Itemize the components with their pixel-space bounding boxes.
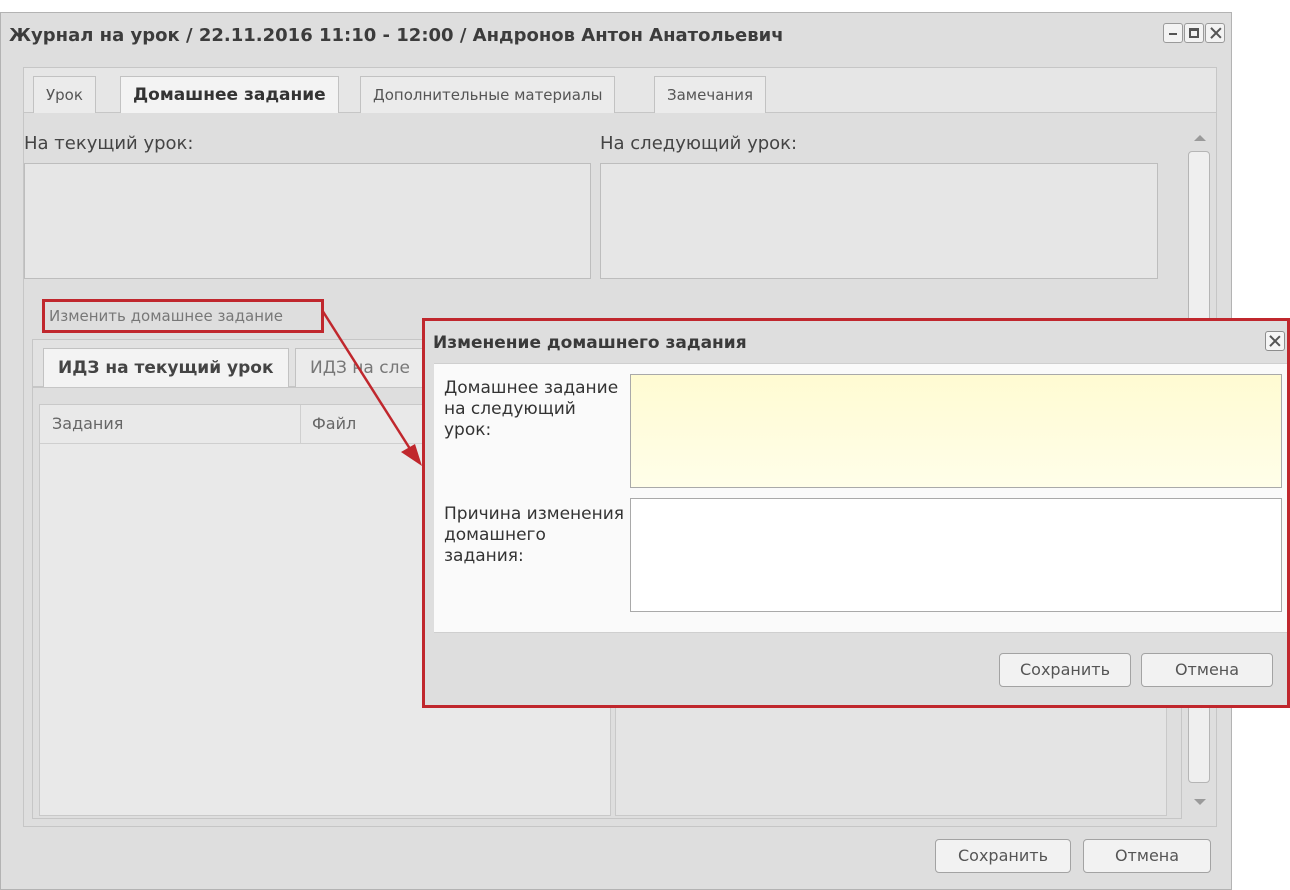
tab-homework[interactable]: Домашнее задание	[120, 76, 339, 115]
scroll-down-icon[interactable]	[1194, 799, 1206, 805]
next-lesson-homework-field[interactable]	[600, 163, 1158, 279]
dialog-form: Домашнее задание на следующий урок: Прич…	[434, 363, 1287, 633]
tab-lesson[interactable]: Урок	[33, 76, 96, 114]
current-lesson-homework-field[interactable]	[24, 163, 591, 279]
next-homework-input[interactable]	[630, 374, 1282, 488]
dialog-title: Изменение домашнего задания	[433, 333, 747, 353]
change-homework-dialog: Изменение домашнего задания Домашнее зад…	[422, 318, 1290, 708]
dialog-cancel-button[interactable]: Отмена	[1141, 653, 1273, 687]
dialog-close-icon[interactable]	[1265, 331, 1285, 351]
next-lesson-label: На следующий урок:	[600, 133, 798, 154]
maximize-icon[interactable]	[1184, 23, 1204, 43]
column-header-file[interactable]: Файл	[300, 405, 356, 443]
main-tab-bar: Урок Домашнее задание Дополнительные мат…	[23, 67, 1217, 115]
column-header-tasks[interactable]: Задания	[40, 405, 301, 443]
change-reason-label: Причина изменения домашнего задания:	[444, 504, 624, 566]
window-title: Журнал на урок / 22.11.2016 11:10 - 12:0…	[9, 25, 784, 46]
change-homework-button[interactable]: Изменить домашнее задание	[42, 299, 324, 333]
minimize-icon[interactable]	[1163, 23, 1183, 43]
current-lesson-label: На текущий урок:	[24, 133, 194, 154]
cancel-button[interactable]: Отмена	[1083, 839, 1211, 873]
tab-additional-materials[interactable]: Дополнительные материалы	[360, 76, 616, 114]
dialog-save-button[interactable]: Сохранить	[999, 653, 1131, 687]
tab-idz-current[interactable]: ИДЗ на текущий урок	[43, 348, 289, 388]
scroll-up-icon[interactable]	[1194, 135, 1206, 141]
close-icon[interactable]	[1205, 23, 1225, 43]
change-reason-input[interactable]	[630, 498, 1282, 612]
next-homework-label: Домашнее задание на следующий урок:	[444, 378, 619, 440]
window-controls	[1163, 23, 1225, 43]
save-button[interactable]: Сохранить	[935, 839, 1071, 873]
tab-remarks[interactable]: Замечания	[654, 76, 766, 114]
